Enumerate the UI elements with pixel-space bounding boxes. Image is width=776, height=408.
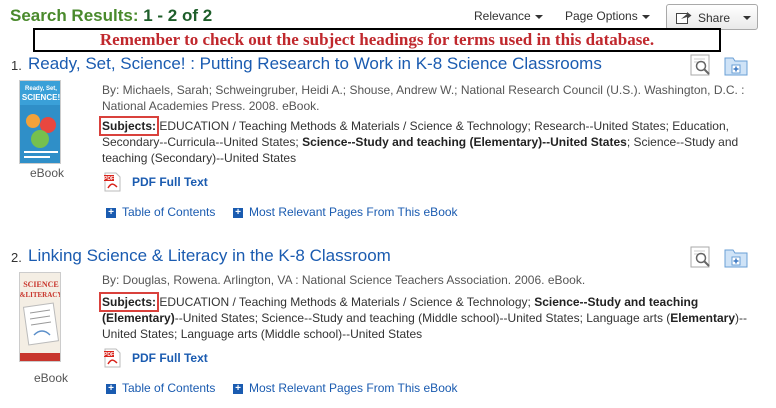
result-type-label: eBook bbox=[30, 166, 65, 180]
sort-relevance-dropdown[interactable]: Relevance bbox=[474, 9, 543, 23]
book-cover[interactable]: SCIENCE &LITERACY bbox=[19, 272, 61, 362]
svg-text:PDF: PDF bbox=[104, 176, 114, 182]
subjects-bold-text: Elementary bbox=[670, 311, 735, 325]
plus-icon: + bbox=[106, 383, 116, 394]
most-relevant-pages-label: Most Relevant Pages From This eBook bbox=[249, 205, 458, 219]
result-subjects: Subjects: EDUCATION / Teaching Methods &… bbox=[98, 116, 752, 166]
svg-text:SCIENCE!: SCIENCE! bbox=[22, 93, 60, 102]
preview-icon[interactable] bbox=[690, 246, 712, 268]
share-label: Share bbox=[698, 11, 731, 25]
plus-icon: + bbox=[233, 383, 243, 394]
caret-down-icon bbox=[641, 14, 650, 19]
results-title: Search Results: 1 - 2 of 2 bbox=[10, 6, 212, 26]
book-cover-image: Ready, Set, SCIENCE! bbox=[20, 81, 60, 163]
pdf-icon: PDF bbox=[104, 172, 121, 192]
result-type-label: eBook bbox=[34, 371, 69, 385]
svg-text:Ready, Set,: Ready, Set, bbox=[25, 86, 57, 92]
subjects-label: Subjects: bbox=[98, 116, 160, 136]
folder-add-icon[interactable] bbox=[724, 54, 748, 76]
table-of-contents-label: Table of Contents bbox=[122, 381, 216, 395]
result-title-link[interactable]: Ready, Set, Science! : Putting Research … bbox=[28, 54, 602, 74]
caret-down-icon bbox=[743, 16, 751, 20]
relevance-label: Relevance bbox=[474, 9, 531, 23]
most-relevant-pages-link[interactable]: + Most Relevant Pages From This eBook bbox=[233, 381, 458, 395]
plus-icon: + bbox=[233, 207, 243, 218]
subjects-bold-text: Science--Study and teaching (Elementary)… bbox=[302, 135, 627, 149]
result-number: 2. bbox=[11, 250, 22, 265]
share-icon bbox=[676, 12, 692, 24]
pdf-full-text-label: PDF Full Text bbox=[132, 175, 208, 189]
preview-icon[interactable] bbox=[690, 54, 712, 76]
svg-text:PDF: PDF bbox=[104, 352, 114, 358]
book-cover[interactable]: Ready, Set, SCIENCE! bbox=[19, 80, 61, 164]
pdf-icon: PDF bbox=[104, 348, 121, 368]
plus-icon: + bbox=[106, 207, 116, 218]
table-of-contents-link[interactable]: + Table of Contents bbox=[106, 205, 215, 219]
results-title-label: Search Results: bbox=[10, 6, 139, 25]
table-of-contents-link[interactable]: + Table of Contents bbox=[106, 381, 215, 395]
subjects-text: EDUCATION / Teaching Methods & Materials… bbox=[156, 295, 535, 309]
result-byline: By: Douglas, Rowena. Arlington, VA : Nat… bbox=[102, 273, 586, 287]
subject-headings-notice: Remember to check out the subject headin… bbox=[33, 28, 721, 52]
result-subjects: Subjects: EDUCATION / Teaching Methods &… bbox=[98, 292, 752, 342]
subjects-label: Subjects: bbox=[98, 292, 160, 312]
pdf-full-text-label: PDF Full Text bbox=[132, 351, 208, 365]
result-number: 1. bbox=[11, 58, 22, 73]
table-of-contents-label: Table of Contents bbox=[122, 205, 216, 219]
svg-text:SCIENCE: SCIENCE bbox=[23, 280, 59, 289]
page-options-dropdown[interactable]: Page Options bbox=[565, 9, 650, 23]
results-header: Search Results: 1 - 2 of 2 Relevance Pag… bbox=[10, 4, 768, 30]
book-cover-image: SCIENCE &LITERACY bbox=[20, 273, 61, 361]
folder-add-icon[interactable] bbox=[724, 246, 748, 268]
most-relevant-pages-label: Most Relevant Pages From This eBook bbox=[249, 381, 458, 395]
result-byline: By: Michaels, Sarah; Schweingruber, Heid… bbox=[102, 83, 745, 113]
results-range: 1 - 2 of 2 bbox=[143, 6, 213, 25]
caret-down-icon bbox=[534, 14, 543, 19]
svg-text:&LITERACY: &LITERACY bbox=[20, 291, 61, 299]
most-relevant-pages-link[interactable]: + Most Relevant Pages From This eBook bbox=[233, 205, 458, 219]
page-options-label: Page Options bbox=[565, 9, 638, 23]
result-title-link[interactable]: Linking Science & Literacy in the K-8 Cl… bbox=[28, 246, 391, 266]
subjects-text: --United States; Science--Study and teac… bbox=[174, 311, 671, 325]
share-button[interactable]: Share bbox=[666, 4, 758, 30]
